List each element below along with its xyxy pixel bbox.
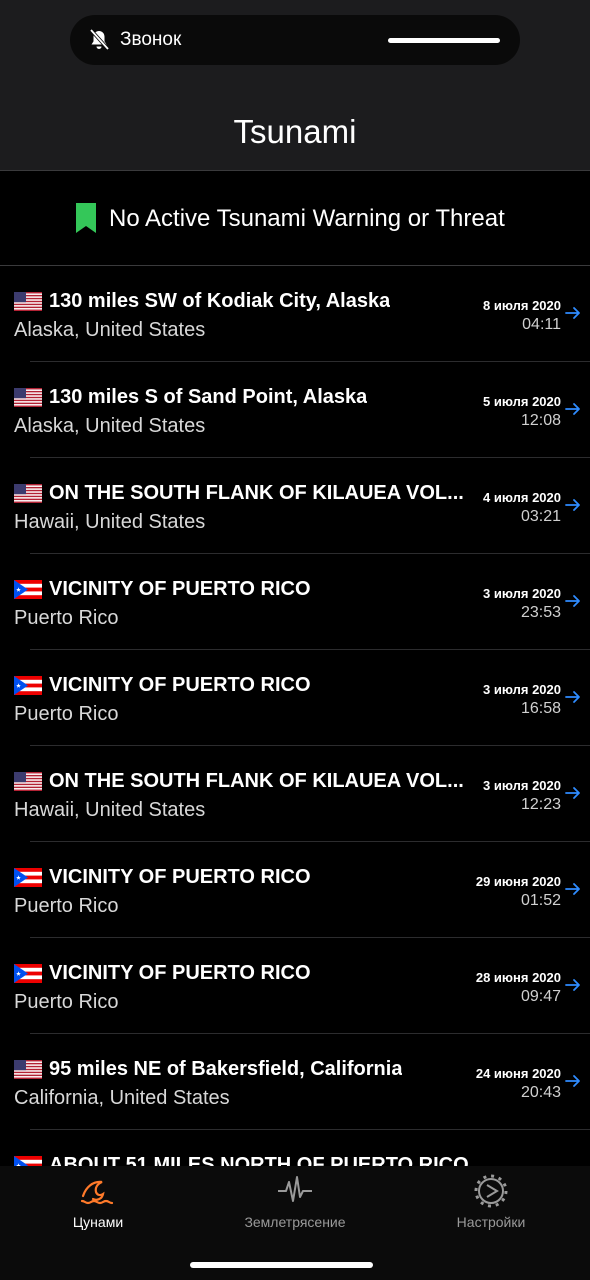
wave-icon — [80, 1180, 114, 1205]
event-time: 20:43 — [520, 1084, 561, 1101]
event-title: VICINITY OF PUERTO RICO — [49, 578, 311, 600]
arrow-right-icon — [565, 595, 580, 607]
event-time: 16:58 — [520, 700, 561, 717]
event-date: 28 июня 2020 — [475, 970, 561, 985]
bell-muted-icon — [89, 28, 110, 51]
event-time: 12:23 — [520, 796, 561, 813]
event-date: 3 июля 2020 — [483, 778, 561, 793]
arrow-right-icon — [565, 499, 580, 511]
event-row[interactable]: VICINITY OF PUERTO RICO Puerto Rico 3 июля… — [0, 650, 590, 746]
event-title: VICINITY OF PUERTO RICO — [49, 962, 311, 984]
us-flag-icon — [14, 388, 42, 407]
puerto-rico-flag-icon — [14, 868, 42, 887]
us-flag-icon — [14, 292, 42, 311]
us-flag-icon — [14, 484, 42, 503]
event-row[interactable]: VICINITY OF PUERTO RICO Puerto Rico 28 июн… — [0, 938, 590, 1034]
event-row[interactable]: 95 miles NE of Bakersfield, California Ca… — [0, 1034, 590, 1130]
event-location: Puerto Rico — [14, 991, 119, 1013]
home-indicator — [190, 1262, 373, 1268]
status-banner: No Active Tsunami Warning or Threat — [0, 171, 590, 266]
event-date: 29 июня 2020 — [475, 874, 561, 889]
event-date: 3 июля 2020 — [483, 586, 561, 601]
event-date: 24 июня 2020 — [475, 1066, 561, 1081]
event-time: 12:08 — [520, 412, 561, 429]
event-date: 5 июля 2020 — [483, 394, 561, 409]
event-location: Alaska, United States — [14, 415, 206, 437]
notification-text: Звонок — [120, 29, 182, 50]
top-bar: Звонок Tsunami — [0, 0, 590, 171]
green-flag-icon — [76, 203, 96, 233]
event-title: 95 miles NE of Bakersfield, California — [49, 1058, 403, 1080]
us-flag-icon — [14, 772, 42, 791]
tab-label: Цунами — [72, 1214, 124, 1230]
us-flag-icon — [14, 1060, 42, 1079]
event-location: Puerto Rico — [14, 895, 119, 917]
event-title: ON THE SOUTH FLANK OF KILAUEA VOL... — [49, 482, 464, 504]
gear-icon — [474, 1174, 508, 1208]
event-date: 8 июля 2020 — [483, 298, 561, 313]
event-list: 130 miles SW of Kodiak City, Alaska Alask… — [0, 266, 590, 1166]
event-location: Hawaii, United States — [14, 511, 206, 533]
notification-handle — [388, 38, 500, 43]
event-row[interactable]: 130 miles SW of Kodiak City, Alaska Alask… — [0, 266, 590, 362]
event-time: 01:52 — [520, 892, 561, 909]
event-row[interactable]: ABOUT 51 MILES NORTH OF PUERTO RICO — [0, 1130, 590, 1166]
event-time: 03:21 — [520, 508, 561, 525]
event-title: ON THE SOUTH FLANK OF KILAUEA VOL... — [49, 770, 464, 792]
arrow-right-icon — [565, 787, 580, 799]
seismograph-icon — [278, 1176, 312, 1202]
event-title: VICINITY OF PUERTO RICO — [49, 674, 311, 696]
event-date: 4 июля 2020 — [483, 490, 561, 505]
tab-label: Настройки — [456, 1214, 526, 1230]
event-title: ABOUT 51 MILES NORTH OF PUERTO RICO — [49, 1154, 469, 1166]
arrow-right-icon — [565, 1075, 580, 1087]
event-row[interactable]: VICINITY OF PUERTO RICO Puerto Rico 29 июн… — [0, 842, 590, 938]
arrow-right-icon — [565, 403, 580, 415]
tab-earthquake[interactable]: Землетрясение — [215, 1174, 375, 1244]
puerto-rico-flag-icon — [14, 1156, 42, 1166]
arrow-right-icon — [565, 883, 580, 895]
event-row[interactable]: ON THE SOUTH FLANK OF KILAUEA VOL... Hawa… — [0, 746, 590, 842]
event-location: Alaska, United States — [14, 319, 206, 341]
puerto-rico-flag-icon — [14, 580, 42, 599]
event-time: 09:47 — [520, 988, 561, 1005]
event-location: Puerto Rico — [14, 607, 119, 629]
puerto-rico-flag-icon — [14, 964, 42, 983]
event-location: California, United States — [14, 1087, 230, 1109]
puerto-rico-flag-icon — [14, 676, 42, 695]
event-title: 130 miles S of Sand Point, Alaska — [49, 386, 368, 408]
tab-tsunami[interactable]: Цунами — [18, 1174, 178, 1244]
event-time: 23:53 — [520, 604, 561, 621]
event-row[interactable]: 130 miles S of Sand Point, Alaska Alaska,… — [0, 362, 590, 458]
event-title: VICINITY OF PUERTO RICO — [49, 866, 311, 888]
event-date: 3 июля 2020 — [483, 682, 561, 697]
arrow-right-icon — [565, 691, 580, 703]
arrow-right-icon — [565, 307, 580, 319]
tab-settings[interactable]: Настройки — [411, 1174, 571, 1244]
event-time: 04:11 — [522, 316, 561, 333]
event-row[interactable]: VICINITY OF PUERTO RICO Puerto Rico 3 июля… — [0, 554, 590, 650]
event-location: Hawaii, United States — [14, 799, 206, 821]
event-row[interactable]: ON THE SOUTH FLANK OF KILAUEA VOL... Hawa… — [0, 458, 590, 554]
page-title: Tsunami — [233, 113, 357, 150]
notification-pill[interactable]: Звонок — [70, 15, 520, 65]
tab-label: Землетрясение — [244, 1214, 346, 1230]
arrow-right-icon — [565, 979, 580, 991]
event-title: 130 miles SW of Kodiak City, Alaska — [49, 290, 391, 312]
event-location: Puerto Rico — [14, 703, 119, 725]
status-message: No Active Tsunami Warning or Threat — [109, 205, 505, 232]
